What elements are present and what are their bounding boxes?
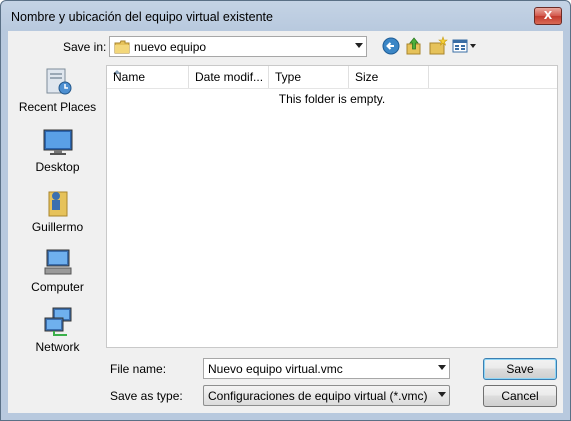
cancel-button[interactable]: Cancel [483, 385, 557, 407]
save-dialog: Nombre y ubicación del equipo virtual ex… [0, 0, 571, 421]
computer-icon [44, 249, 72, 275]
place-network[interactable]: Network [11, 306, 104, 362]
column-header-size[interactable]: Size [349, 66, 429, 88]
network-icon [44, 307, 72, 336]
chevron-down-icon[interactable] [355, 43, 363, 48]
views-menu-icon[interactable] [452, 36, 478, 56]
save-in-label: Save in: [63, 40, 107, 54]
place-label: Guillermo [31, 220, 84, 234]
new-folder-icon[interactable] [428, 36, 448, 56]
column-label: Type [275, 70, 302, 84]
dialog-body: Save in: nuevo equipo Recent Places Desk… [8, 31, 563, 413]
back-arrow-icon[interactable] [381, 36, 401, 56]
close-button[interactable]: X [534, 7, 562, 25]
save-button[interactable]: Save [483, 358, 557, 380]
place-label: Desktop [35, 160, 80, 174]
column-header-date-modified[interactable]: Date modif... [189, 66, 269, 88]
save-as-type-value: Configuraciones de equipo virtual (*.vmc… [208, 389, 428, 403]
place-label: Computer [31, 280, 84, 294]
recent-places-icon [46, 68, 72, 95]
title-bar[interactable]: Nombre y ubicación del equipo virtual ex… [1, 1, 570, 31]
file-list[interactable]: Name Date modif... Type Size This folder… [106, 65, 558, 348]
save-as-type-select[interactable]: Configuraciones de equipo virtual (*.vmc… [203, 385, 450, 406]
folder-icon [114, 40, 130, 54]
column-label: Name [113, 70, 146, 84]
place-guillermo[interactable]: Guillermo [11, 186, 104, 242]
column-label: Date modif... [195, 70, 264, 84]
file-name-value: Nuevo equipo virtual.vmc [208, 362, 343, 376]
window-title: Nombre y ubicación del equipo virtual ex… [11, 10, 273, 24]
file-name-label: File name: [110, 362, 167, 376]
header-divider [107, 88, 557, 89]
save-in-value: nuevo equipo [134, 40, 207, 54]
chevron-down-icon[interactable] [438, 392, 446, 397]
user-folder-icon [48, 191, 68, 217]
place-label: Network [35, 340, 80, 354]
place-label: Recent Places [18, 100, 97, 114]
save-as-type-label: Save as type: [110, 389, 183, 403]
file-name-input[interactable]: Nuevo equipo virtual.vmc [203, 358, 450, 379]
up-folder-icon[interactable] [404, 36, 424, 56]
chevron-down-icon[interactable] [438, 365, 446, 370]
places-bar: Recent Places Desktop Guillermo Computer… [11, 66, 104, 356]
place-recent-places[interactable]: Recent Places [11, 66, 104, 122]
empty-folder-message: This folder is empty. [278, 92, 386, 106]
close-icon: X [543, 9, 553, 22]
column-header-name[interactable]: Name [107, 66, 189, 88]
column-header-type[interactable]: Type [269, 66, 349, 88]
desktop-icon [43, 129, 73, 155]
place-computer[interactable]: Computer [11, 246, 104, 302]
column-label: Size [355, 70, 379, 84]
save-in-dropdown[interactable]: nuevo equipo [109, 36, 367, 57]
place-desktop[interactable]: Desktop [11, 126, 104, 182]
